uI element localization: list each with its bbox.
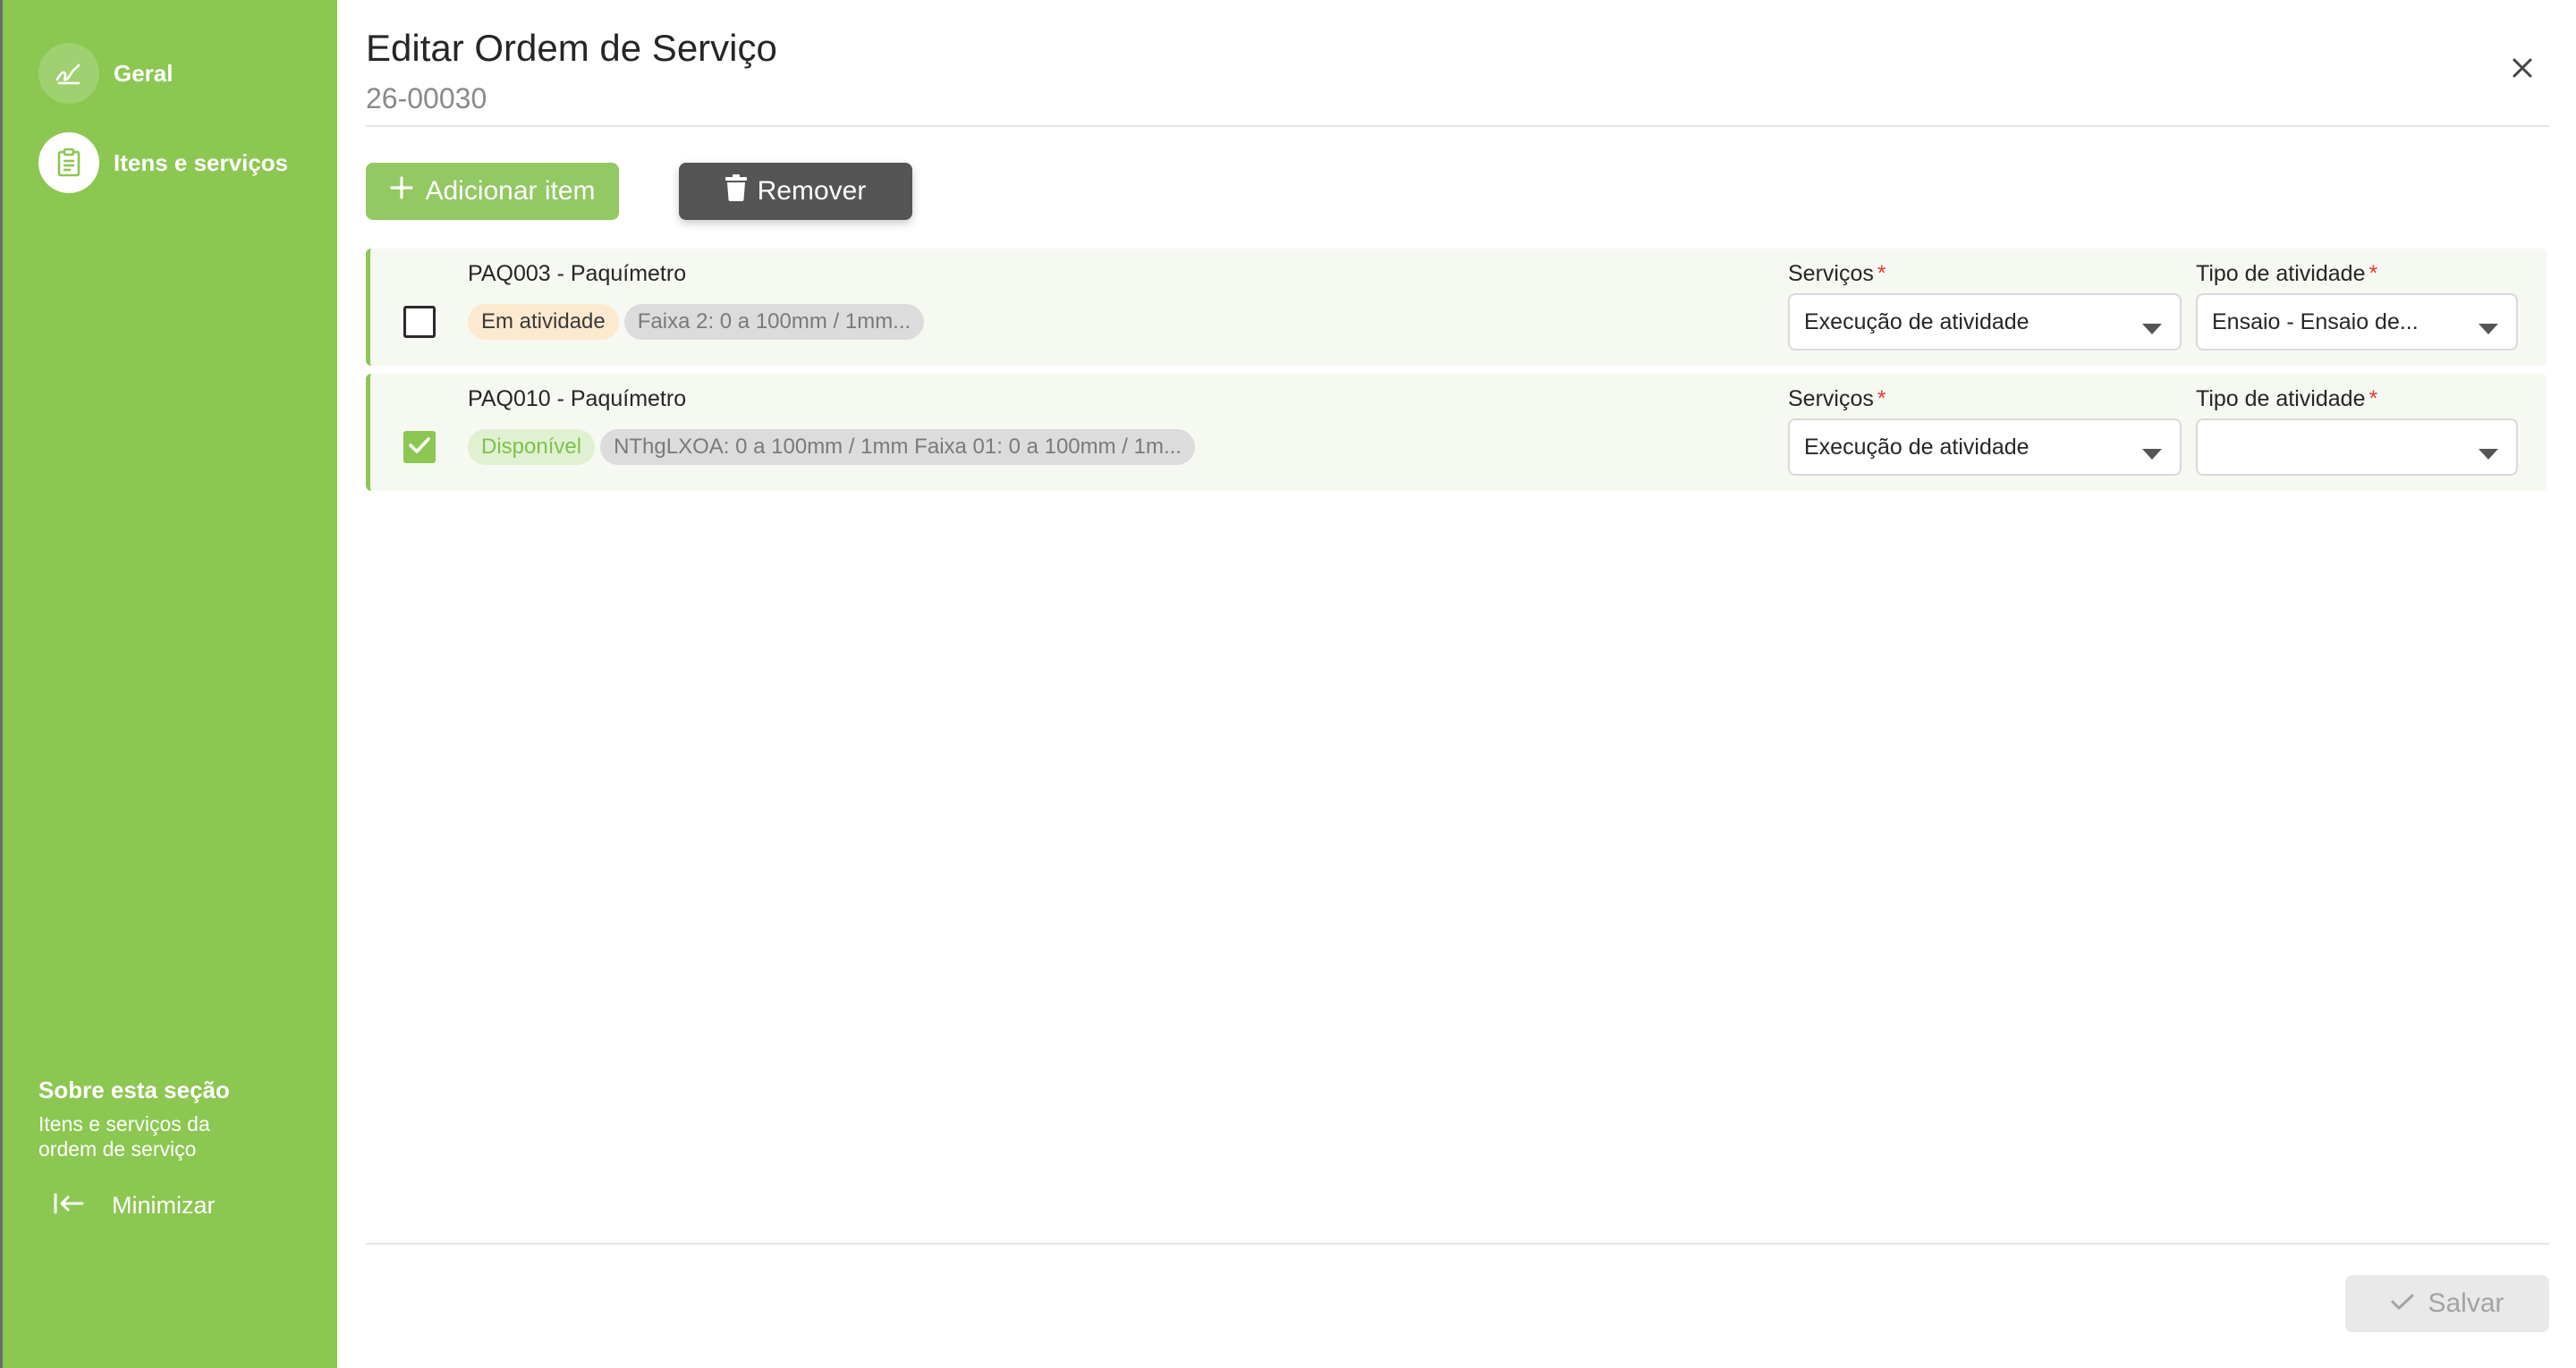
close-button[interactable]	[2496, 43, 2549, 97]
section-about: Sobre esta seção Itens e serviços da ord…	[38, 1077, 262, 1161]
save-label: Salvar	[2428, 1288, 2504, 1318]
order-code: 26-00030	[366, 82, 487, 114]
activity-type-label: Tipo de atividade *	[2196, 386, 2378, 411]
range-badge: Faixa 2: 0 a 100mm / 1mm...	[623, 304, 925, 340]
item-name: PAQ003 - Paquímetro	[468, 261, 687, 286]
sidebar-item-label: Itens e serviços	[114, 148, 289, 176]
range-badge: NThgLXOA: 0 a 100mm / 1mm Faixa 01: 0 a …	[600, 429, 1195, 465]
remove-button[interactable]: Remover	[679, 163, 912, 220]
header-divider	[366, 125, 2549, 127]
collapse-left-icon	[53, 1191, 85, 1220]
trash-icon	[724, 174, 747, 208]
item-tags: Disponível NThgLXOA: 0 a 100mm / 1mm Fai…	[468, 429, 1195, 465]
services-value: Execução de atividade	[1804, 434, 2029, 460]
header: Editar Ordem de Serviço 26-00030	[366, 27, 777, 115]
activity-type-select[interactable]	[2196, 418, 2518, 476]
close-icon	[2511, 56, 2534, 84]
plus-icon	[389, 175, 414, 207]
app-window: Geral Itens e serviços Sobre esta seção …	[0, 0, 2576, 1368]
services-label: Serviços *	[1788, 386, 1886, 411]
page-title: Editar Ordem de Serviço	[366, 27, 777, 69]
checkmark-icon	[408, 435, 431, 460]
activity-type-value: Ensaio - Ensaio de...	[2212, 308, 2419, 334]
chevron-down-icon	[2142, 317, 2162, 342]
status-badge: Em atividade	[468, 304, 619, 340]
chevron-down-icon	[2479, 442, 2498, 468]
item-name: PAQ010 - Paquímetro	[468, 386, 687, 411]
item-checkbox[interactable]	[403, 306, 436, 338]
checkmark-icon	[2390, 1288, 2415, 1319]
services-value: Execução de atividade	[1804, 308, 2029, 334]
activity-type-select[interactable]: Ensaio - Ensaio de...	[2196, 293, 2518, 350]
section-about-title: Sobre esta seção	[38, 1077, 230, 1103]
status-badge: Disponível	[468, 429, 596, 465]
save-button[interactable]: Salvar	[2345, 1275, 2549, 1332]
item-checkbox[interactable]	[403, 431, 436, 463]
chevron-down-icon	[2142, 442, 2162, 468]
sidebar: Geral Itens e serviços Sobre esta seção …	[0, 0, 337, 1368]
add-item-button[interactable]: Adicionar item	[366, 163, 619, 220]
activity-type-label: Tipo de atividade *	[2196, 261, 2378, 286]
services-select[interactable]: Execução de atividade	[1788, 293, 2182, 350]
minimize-label: Minimizar	[112, 1192, 216, 1219]
clipboard-icon	[38, 132, 99, 193]
services-select[interactable]: Execução de atividade	[1788, 418, 2182, 476]
sidebar-item-itens-servicos[interactable]: Itens e serviços	[38, 132, 288, 193]
footer-divider	[366, 1243, 2549, 1245]
main-panel: Editar Ordem de Serviço 26-00030 Adicion…	[337, 0, 2576, 1368]
list-item: PAQ003 - Paquímetro Em atividade Faixa 2…	[366, 249, 2547, 366]
signature-icon	[38, 43, 99, 104]
services-label: Serviços *	[1788, 261, 1886, 286]
item-tags: Em atividade Faixa 2: 0 a 100mm / 1mm...	[468, 304, 925, 340]
add-item-label: Adicionar item	[425, 176, 596, 206]
sidebar-item-geral[interactable]: Geral	[38, 43, 174, 104]
section-about-description: Itens e serviços da ordem de serviço	[38, 1112, 210, 1161]
chevron-down-icon	[2479, 317, 2498, 342]
remove-label: Remover	[757, 176, 867, 206]
sidebar-item-label: Geral	[114, 59, 174, 87]
list-item: PAQ010 - Paquímetro Disponível NThgLXOA:…	[366, 374, 2547, 491]
minimize-button[interactable]: Minimizar	[53, 1191, 216, 1220]
